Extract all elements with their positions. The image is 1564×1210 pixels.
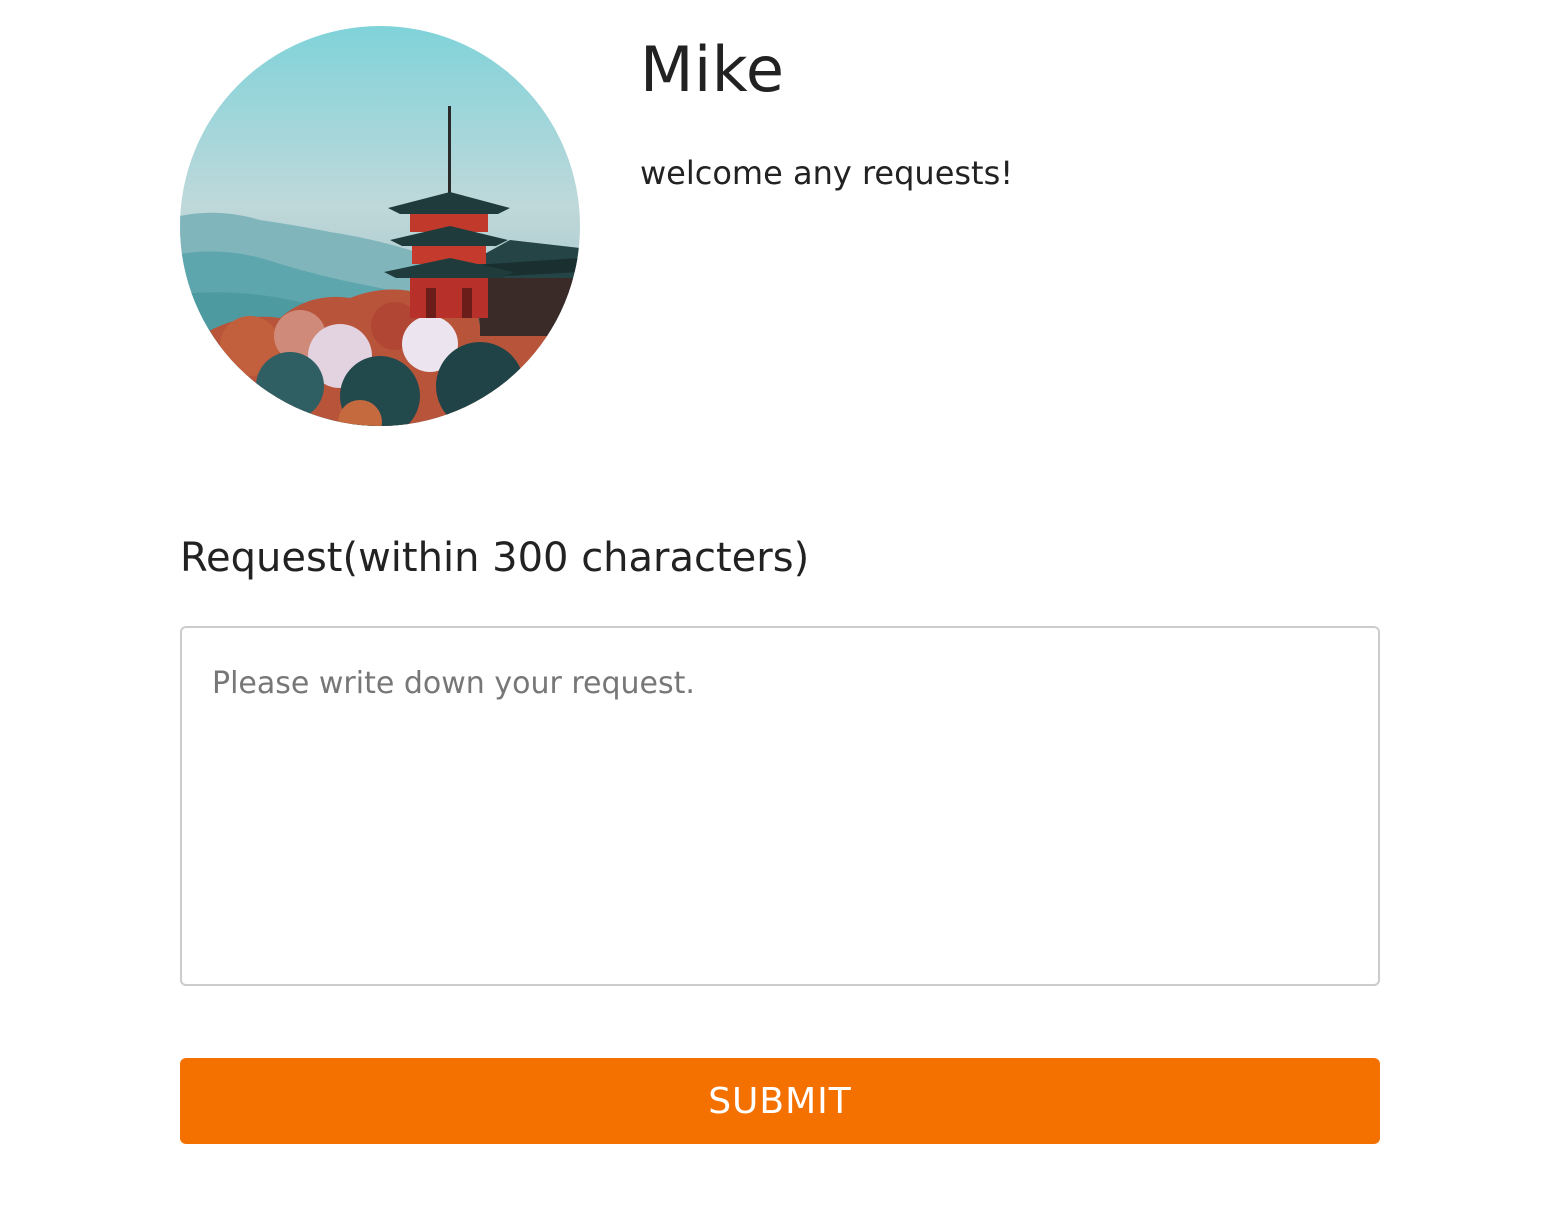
request-textarea[interactable] [180, 626, 1380, 986]
profile-bio: welcome any requests! [640, 154, 1014, 192]
pagoda-photo-icon [180, 26, 580, 426]
submit-button[interactable]: SUBMIT [180, 1058, 1380, 1144]
profile-name: Mike [640, 33, 785, 106]
profile-avatar [180, 26, 580, 426]
request-page: Mike welcome any requests! Request(withi… [0, 0, 1564, 1210]
request-label: Request(within 300 characters) [180, 535, 810, 581]
